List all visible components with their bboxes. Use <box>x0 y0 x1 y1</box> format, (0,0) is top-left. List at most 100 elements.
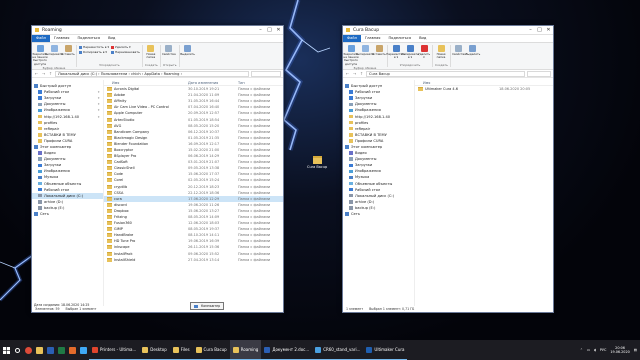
copy-to-button[interactable]: Копировать в ▾ <box>401 45 419 59</box>
folder-icon <box>418 87 423 92</box>
select-button[interactable]: Выделить <box>466 45 480 56</box>
up-arrow-icon[interactable]: ↑ <box>48 71 53 76</box>
app-icon[interactable] <box>67 340 78 360</box>
column-name[interactable]: Имя <box>415 81 430 85</box>
address-bar-row: ← → ↑ Локальный диск (C:) › Пользователи… <box>32 70 283 78</box>
column-date[interactable]: Дата изменения <box>188 81 238 85</box>
dl-icon <box>349 96 353 100</box>
file-name: InstallShield <box>104 257 188 262</box>
tab-view[interactable]: Вид <box>415 35 430 42</box>
create-group: Новая папка Создать <box>145 45 161 67</box>
tab-view[interactable]: Вид <box>104 35 119 42</box>
file-list[interactable]: Имя Ultimaker Cura 4.6 18.06.2020 20:05 <box>415 80 553 306</box>
search-input[interactable] <box>527 70 551 77</box>
chevron-up-icon[interactable]: ⌃ <box>580 348 583 352</box>
copy-to-icon <box>79 50 82 54</box>
chrome-icon[interactable] <box>23 340 34 360</box>
properties-button[interactable]: Свойства <box>162 45 176 56</box>
taskbar-app[interactable]: Printers - Ultima... <box>89 340 140 360</box>
taskbar-app[interactable]: CR60_stand_vari... <box>312 340 364 360</box>
folder-icon <box>35 28 39 32</box>
delete-button[interactable]: Удалить ▾ <box>111 45 140 49</box>
column-type[interactable]: Тип <box>238 81 245 85</box>
volume-icon[interactable]: ◖ <box>594 348 596 352</box>
file-name: InstallPack <box>104 251 188 256</box>
title-bar[interactable]: Cura Bacup – □ ✕ <box>343 26 553 35</box>
copy-to-button[interactable]: Копировать в ▾ <box>79 50 109 54</box>
nav-item[interactable]: Сеть <box>343 211 414 217</box>
pin-quick-access-button[interactable]: Закрепить на панели быстрого доступа <box>343 45 359 66</box>
tab-home[interactable]: Главная <box>50 35 74 42</box>
paste-button[interactable]: Вставить <box>372 45 386 56</box>
tab-share[interactable]: Поделиться <box>73 35 104 42</box>
explorer-window-cura-bacup[interactable]: Cura Bacup – □ ✕ Файл Главная Поделиться… <box>342 25 554 313</box>
file-date: 21.04.2020 11:09 <box>188 93 220 98</box>
back-arrow-icon[interactable]: ← <box>345 71 350 76</box>
title-bar[interactable]: Roaming – □ ✕ <box>32 26 283 35</box>
app-icon <box>264 346 271 353</box>
new-folder-button[interactable]: Новая папка <box>435 45 447 59</box>
file-date: 02.05.2019 15:24 <box>188 178 220 183</box>
taskbar-app[interactable]: Roaming <box>229 340 262 360</box>
pin-icon: ✦ <box>97 96 100 101</box>
file-date: 15.06.2020 13:27 <box>188 208 220 213</box>
search-input[interactable] <box>251 70 281 77</box>
select-button[interactable]: Выделить <box>180 45 195 56</box>
properties-button[interactable]: Свойства <box>452 45 466 56</box>
taskbar-app[interactable]: Ultimaker Cura <box>363 340 408 360</box>
word-icon[interactable] <box>45 340 56 360</box>
up-arrow-icon[interactable]: ↑ <box>359 71 364 76</box>
nav-item[interactable]: Сеть <box>32 211 103 217</box>
app-icon-2[interactable] <box>78 340 89 360</box>
explorer-window-roaming[interactable]: Roaming – □ ✕ Файл Главная Поделиться Ви… <box>31 25 284 313</box>
file-explorer-icon[interactable] <box>34 340 45 360</box>
minimize-button[interactable]: – <box>256 26 265 35</box>
taskbar-app[interactable]: Cura Bacup <box>192 340 230 360</box>
notification-icon[interactable]: ▤ <box>634 348 637 352</box>
doc-icon <box>349 157 353 161</box>
copy-button[interactable]: Копировать <box>356 45 374 56</box>
taskbar-app[interactable]: Files <box>169 340 193 360</box>
file-row[interactable]: InstallShield 27.04.2019 13:14 Папка с фай… <box>104 257 283 263</box>
taskbar-app[interactable]: Desktop <box>139 340 170 360</box>
move-to-button[interactable]: Переместить в ▾ <box>79 45 109 49</box>
file-list[interactable]: Имя Дата изменения Тип Acronis Digital 30… <box>104 80 283 306</box>
forward-arrow-icon[interactable]: → <box>41 71 46 76</box>
navigation-pane[interactable]: Быстрый доступ Рабочий стол ✦ Загрузки ✦ Доку… <box>32 80 104 306</box>
tab-home[interactable]: Главная <box>361 35 385 42</box>
network-icon[interactable]: ▭ <box>587 348 590 352</box>
clock[interactable]: 20:06 19.06.2020 <box>610 346 629 355</box>
close-button[interactable]: ✕ <box>274 26 283 35</box>
move-to-button[interactable]: Переместить в ▾ <box>386 45 406 59</box>
folder-icon <box>312 156 322 164</box>
excel-icon[interactable] <box>56 340 67 360</box>
navigation-pane[interactable]: Быстрый доступ Рабочий стол Загрузки Докуме… <box>343 80 415 306</box>
delete-button[interactable]: Удалить ▾ <box>418 45 430 59</box>
tab-file[interactable]: Файл <box>32 35 50 42</box>
file-row[interactable]: Ultimaker Cura 4.6 18.06.2020 20:05 <box>415 86 553 92</box>
move-icon <box>79 45 82 49</box>
tab-file[interactable]: Файл <box>343 35 361 42</box>
language-indicator[interactable]: РУС <box>600 348 606 352</box>
maximize-button[interactable]: □ <box>265 26 274 35</box>
ribbon: Закрепить на панели быстрого доступа Коп… <box>32 42 283 70</box>
file-name: Blackmagic Design <box>104 135 188 140</box>
new-folder-button[interactable]: Новая папка <box>145 45 157 59</box>
start-button[interactable] <box>0 340 12 360</box>
paste-button[interactable]: Вставить <box>61 45 75 56</box>
address-bar[interactable]: Локальный диск (C:) › Пользователи › chi… <box>55 70 249 77</box>
taskbar-app[interactable]: Документ 2.doc... <box>261 340 313 360</box>
back-arrow-icon[interactable]: ← <box>34 71 39 76</box>
forward-arrow-icon[interactable]: → <box>352 71 357 76</box>
maximize-button[interactable]: □ <box>535 26 544 35</box>
close-button[interactable]: ✕ <box>544 26 553 35</box>
column-name[interactable]: Имя <box>104 81 188 85</box>
pin-quick-access-button[interactable]: Закрепить на панели быстрого доступа <box>32 45 48 66</box>
desktop-folder-cura-bacup[interactable]: Cura Bacup <box>307 156 327 169</box>
address-bar[interactable]: Cura Bacup <box>366 70 525 77</box>
rename-button[interactable]: Переименовать <box>111 50 140 54</box>
search-taskbar-icon[interactable] <box>12 340 23 360</box>
tab-share[interactable]: Поделиться <box>384 35 415 42</box>
minimize-button[interactable]: – <box>526 26 535 35</box>
copy-button[interactable]: Копировать <box>45 45 63 56</box>
